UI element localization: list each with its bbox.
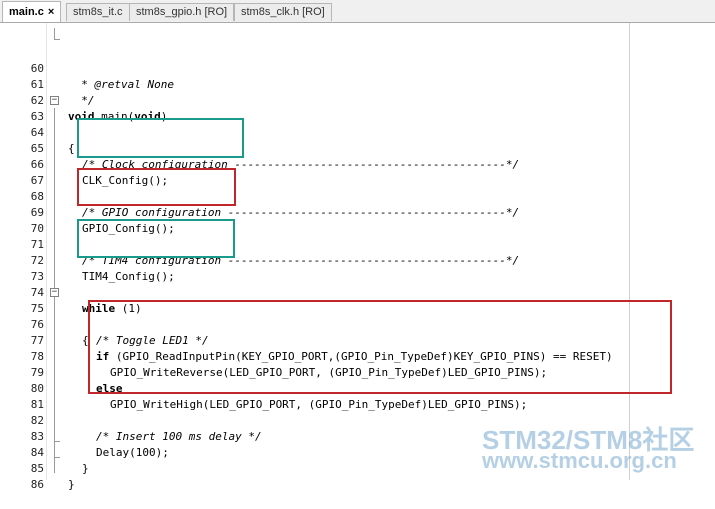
code-line: 75 − { xyxy=(0,285,715,348)
fold-collapse-icon[interactable]: − xyxy=(50,96,59,105)
tab-label: main.c xyxy=(9,6,44,18)
editor-tab-bar: main.c × stm8s_it.c stm8s_gpio.h [RO] stm… xyxy=(0,0,715,23)
code-line: 63 − { xyxy=(0,93,715,156)
close-icon[interactable]: × xyxy=(48,6,54,18)
highlight-box-toggle-led xyxy=(88,300,672,394)
tab-label: stm8s_clk.h [RO] xyxy=(241,6,325,18)
tab-label: stm8s_it.c xyxy=(73,6,123,18)
line-number: 86 xyxy=(30,478,44,491)
code-line: 74 while (1) xyxy=(0,269,715,315)
fold-guide xyxy=(54,28,55,39)
highlight-box-tim4-config xyxy=(77,219,235,258)
code-line: 62 void main(void) xyxy=(0,77,715,123)
tab-stm8s-clk-h[interactable]: stm8s_clk.h [RO] xyxy=(234,3,332,21)
tab-label: stm8s_gpio.h [RO] xyxy=(136,6,228,18)
code-text: } xyxy=(68,478,75,491)
highlight-box-clock-config xyxy=(77,118,244,158)
tab-main-c[interactable]: main.c × xyxy=(2,1,62,22)
fold-guide-end xyxy=(54,39,60,40)
tab-stm8s-gpio-h[interactable]: stm8s_gpio.h [RO] xyxy=(129,3,235,21)
watermark-url: www.stmcu.org.cn xyxy=(482,448,677,473)
highlight-box-gpio-config xyxy=(77,168,236,206)
code-line: 61 */ xyxy=(0,61,715,107)
code-line: 82 /* Insert 100 ms delay */ xyxy=(0,397,715,443)
tab-stm8s-it-c[interactable]: stm8s_it.c xyxy=(66,3,130,21)
code-editor[interactable]: 60 * @retval None 61 */ 62 void main(voi… xyxy=(0,23,715,491)
code-line: 60 * @retval None xyxy=(0,45,715,91)
fold-collapse-icon[interactable]: − xyxy=(50,288,59,297)
